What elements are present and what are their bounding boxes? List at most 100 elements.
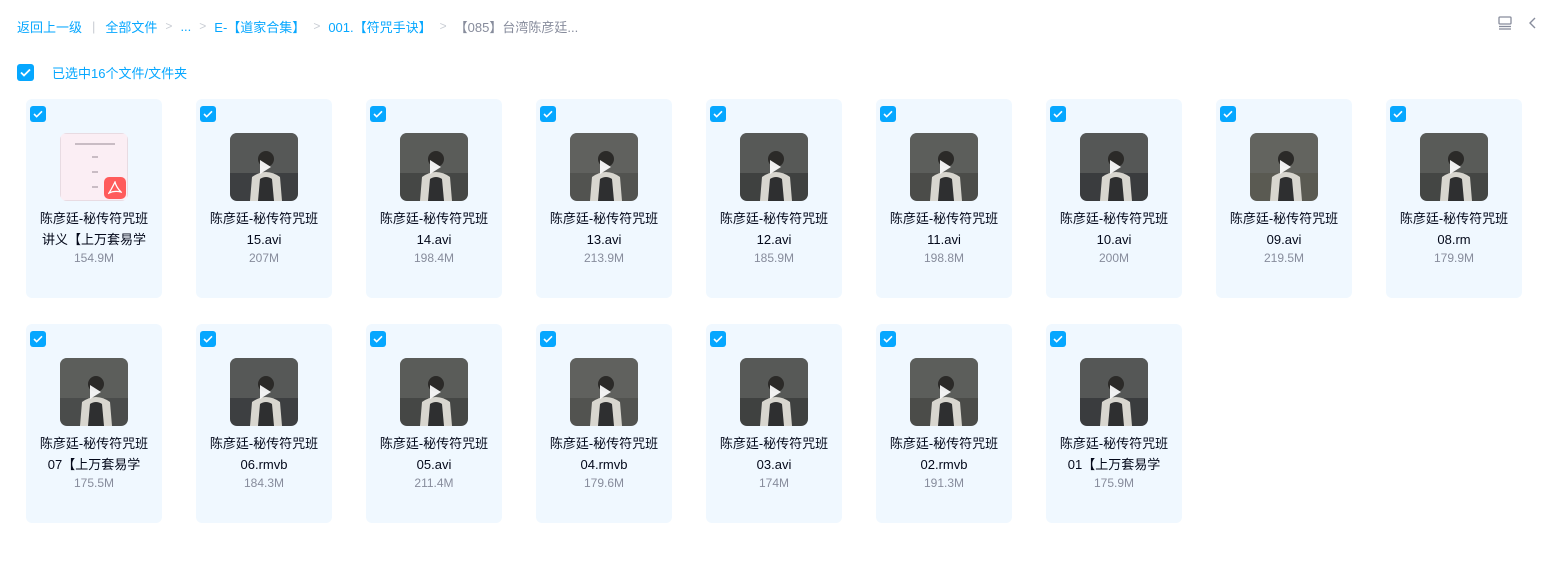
chevron-left-icon[interactable] xyxy=(1524,14,1542,32)
file-checkbox[interactable] xyxy=(30,106,46,122)
back-link[interactable]: 返回上一级 xyxy=(17,17,82,36)
video-thumbnail xyxy=(1080,358,1148,426)
file-checkbox[interactable] xyxy=(710,331,726,347)
file-card[interactable]: 陈彦廷-秘传符咒班 05.avi 211.4M xyxy=(366,324,502,523)
file-checkbox[interactable] xyxy=(200,106,216,122)
file-name: 陈彦廷-秘传符咒班 08.rm xyxy=(1386,208,1522,250)
file-checkbox[interactable] xyxy=(1220,106,1236,122)
file-name-line1: 陈彦廷-秘传符咒班 xyxy=(209,436,319,451)
breadcrumb-item-all-files[interactable]: 全部文件 xyxy=(105,17,157,36)
file-card[interactable]: 陈彦廷-秘传符咒班 12.avi 185.9M xyxy=(706,99,842,298)
play-icon xyxy=(90,385,101,399)
file-name: 陈彦廷-秘传符咒班 14.avi xyxy=(366,208,502,250)
file-name-line2: 10.avi xyxy=(1096,232,1132,247)
file-name-line1: 陈彦廷-秘传符咒班 xyxy=(379,211,489,226)
file-name-line2: 14.avi xyxy=(416,232,452,247)
checkmark-icon xyxy=(713,110,723,118)
file-name: 陈彦廷-秘传符咒班 04.rmvb xyxy=(536,433,672,475)
file-checkbox[interactable] xyxy=(1390,106,1406,122)
file-name-line2: 03.avi xyxy=(756,457,792,472)
file-name-line1: 陈彦廷-秘传符咒班 xyxy=(719,436,829,451)
breadcrumb-item-folder-001[interactable]: 001.【符咒手诀】 xyxy=(328,17,431,36)
breadcrumb-item-folder-e[interactable]: E-【道家合集】 xyxy=(214,17,305,36)
file-checkbox[interactable] xyxy=(880,106,896,122)
breadcrumb-item-ellipsis[interactable]: ... xyxy=(180,19,191,34)
play-icon xyxy=(940,160,951,174)
pdf-thumbnail xyxy=(60,133,128,201)
file-checkbox[interactable] xyxy=(880,331,896,347)
file-checkbox[interactable] xyxy=(1050,331,1066,347)
breadcrumb-divider: | xyxy=(92,18,96,34)
file-name: 陈彦廷-秘传符咒班 10.avi xyxy=(1046,208,1182,250)
list-view-icon[interactable] xyxy=(1496,14,1514,32)
breadcrumb-separator: > xyxy=(165,19,173,33)
selection-count-label: 已选中16个文件/文件夹 xyxy=(52,66,188,81)
select-all-checkbox[interactable] xyxy=(17,64,34,81)
text-line-decoration xyxy=(75,143,115,145)
file-size: 175.5M xyxy=(73,476,115,490)
checkmark-icon xyxy=(203,110,213,118)
file-card[interactable]: 陈彦廷-秘传符咒班 10.avi 200M xyxy=(1046,99,1182,298)
file-name-line1: 陈彦廷-秘传符咒班 xyxy=(39,211,149,226)
view-controls xyxy=(1496,14,1552,32)
play-icon xyxy=(430,160,441,174)
file-name: 陈彦廷-秘传符咒班 06.rmvb xyxy=(196,433,332,475)
file-size: 200M xyxy=(1098,251,1130,265)
video-thumbnail xyxy=(910,133,978,201)
checkmark-icon xyxy=(713,335,723,343)
file-checkbox[interactable] xyxy=(30,331,46,347)
file-name: 陈彦廷-秘传符咒班 05.avi xyxy=(366,433,502,475)
file-name-line2: 15.avi xyxy=(246,232,282,247)
file-card[interactable]: 陈彦廷-秘传符咒班 02.rmvb 191.3M xyxy=(876,324,1012,523)
file-checkbox[interactable] xyxy=(540,106,556,122)
file-size: 211.4M xyxy=(414,476,454,490)
file-card[interactable]: 陈彦廷-秘传符咒班 07【上万套易学 175.5M xyxy=(26,324,162,523)
file-card[interactable]: 陈彦廷-秘传符咒班 08.rm 179.9M xyxy=(1386,99,1522,298)
file-card[interactable]: 陈彦廷-秘传符咒班 13.avi 213.9M xyxy=(536,99,672,298)
file-name: 陈彦廷-秘传符咒班 讲义【上万套易学 xyxy=(26,208,162,250)
file-card[interactable]: 陈彦廷-秘传符咒班 14.avi 198.4M xyxy=(366,99,502,298)
file-name-line1: 陈彦廷-秘传符咒班 xyxy=(889,211,999,226)
file-checkbox[interactable] xyxy=(710,106,726,122)
file-checkbox[interactable] xyxy=(370,331,386,347)
file-name-line2: 04.rmvb xyxy=(580,457,628,472)
file-checkbox[interactable] xyxy=(370,106,386,122)
file-checkbox[interactable] xyxy=(200,331,216,347)
file-name: 陈彦廷-秘传符咒班 15.avi xyxy=(196,208,332,250)
file-card[interactable]: 陈彦廷-秘传符咒班 11.avi 198.8M xyxy=(876,99,1012,298)
file-size: 174M xyxy=(758,476,790,490)
video-thumbnail xyxy=(910,358,978,426)
play-icon xyxy=(1110,385,1121,399)
play-icon xyxy=(770,385,781,399)
file-name-line2: 08.rm xyxy=(1437,232,1471,247)
file-card[interactable]: 陈彦廷-秘传符咒班 09.avi 219.5M xyxy=(1216,99,1352,298)
video-thumbnail xyxy=(570,358,638,426)
file-name-line2: 讲义【上万套易学 xyxy=(41,232,146,247)
play-icon xyxy=(600,160,611,174)
text-line-decoration xyxy=(92,156,98,158)
file-checkbox[interactable] xyxy=(1050,106,1066,122)
text-line-decoration xyxy=(92,186,98,188)
file-checkbox[interactable] xyxy=(540,331,556,347)
checkmark-icon xyxy=(883,335,893,343)
file-name-line2: 02.rmvb xyxy=(920,457,968,472)
checkmark-icon xyxy=(33,335,43,343)
file-card[interactable]: 陈彦廷-秘传符咒班 03.avi 174M xyxy=(706,324,842,523)
file-card[interactable]: 陈彦廷-秘传符咒班 06.rmvb 184.3M xyxy=(196,324,332,523)
checkmark-icon xyxy=(543,110,553,118)
video-thumbnail xyxy=(740,358,808,426)
file-name-line1: 陈彦廷-秘传符咒班 xyxy=(549,211,659,226)
file-card[interactable]: 陈彦廷-秘传符咒班 04.rmvb 179.6M xyxy=(536,324,672,523)
file-name-line1: 陈彦廷-秘传符咒班 xyxy=(719,211,829,226)
file-card[interactable]: 陈彦廷-秘传符咒班 讲义【上万套易学 154.9M xyxy=(26,99,162,298)
file-name: 陈彦廷-秘传符咒班 03.avi xyxy=(706,433,842,475)
play-icon xyxy=(940,385,951,399)
file-size: 213.9M xyxy=(583,251,625,265)
file-size: 185.9M xyxy=(753,251,795,265)
file-name: 陈彦廷-秘传符咒班 11.avi xyxy=(876,208,1012,250)
file-card[interactable]: 陈彦廷-秘传符咒班 15.avi 207M xyxy=(196,99,332,298)
file-name: 陈彦廷-秘传符咒班 07【上万套易学 xyxy=(26,433,162,475)
file-card[interactable]: 陈彦廷-秘传符咒班 01【上万套易学 175.9M xyxy=(1046,324,1182,523)
file-size: 207M xyxy=(248,251,280,265)
play-icon xyxy=(430,385,441,399)
